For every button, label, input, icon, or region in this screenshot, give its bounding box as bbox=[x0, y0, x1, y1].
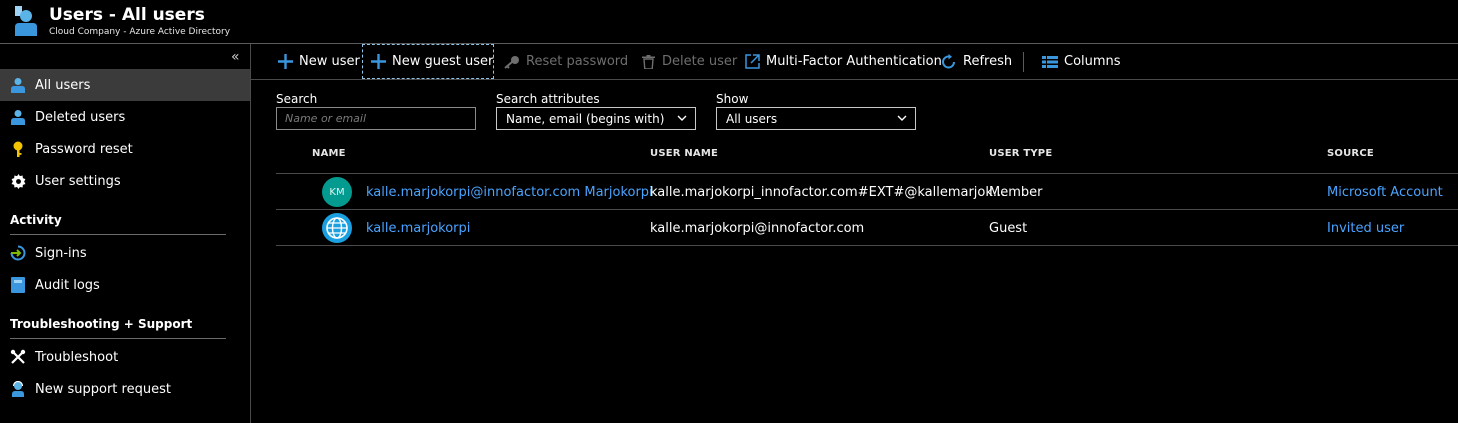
sidebar-item-user-settings[interactable]: User settings bbox=[0, 165, 250, 197]
new-user-button[interactable]: New user bbox=[268, 44, 369, 79]
sidebar: « All users Deleted users Password reset… bbox=[0, 44, 251, 423]
sidebar-item-label: New support request bbox=[35, 381, 171, 397]
refresh-icon bbox=[941, 53, 957, 70]
refresh-button[interactable]: Refresh bbox=[932, 44, 1021, 79]
sidebar-item-troubleshoot[interactable]: Troubleshoot bbox=[0, 341, 250, 373]
sidebar-item-password-reset[interactable]: Password reset bbox=[0, 133, 250, 165]
sidebar-item-label: All users bbox=[35, 77, 91, 93]
sidebar-item-label: Deleted users bbox=[35, 109, 126, 125]
collapse-sidebar-button[interactable]: « bbox=[231, 49, 240, 65]
sidebar-item-deleted-users[interactable]: Deleted users bbox=[0, 101, 250, 133]
sidebar-section-activity: Activity bbox=[10, 213, 226, 235]
trash-icon bbox=[640, 54, 656, 70]
column-header-user-type[interactable]: USER TYPE bbox=[989, 148, 1052, 159]
plus-icon bbox=[277, 54, 293, 70]
avatar: KM bbox=[322, 177, 352, 207]
sidebar-item-label: Password reset bbox=[35, 141, 133, 157]
user-name-link[interactable]: kalle.marjokorpi bbox=[366, 221, 470, 236]
sidebar-item-label: Audit logs bbox=[35, 277, 100, 293]
columns-button[interactable]: Columns bbox=[1033, 44, 1130, 79]
users-icon bbox=[15, 6, 37, 36]
column-header-name[interactable]: NAME bbox=[312, 148, 346, 159]
sidebar-item-label: User settings bbox=[35, 173, 121, 189]
column-header-user-name[interactable]: USER NAME bbox=[650, 148, 718, 159]
globe-icon bbox=[322, 213, 352, 243]
reset-password-button[interactable]: Reset password bbox=[495, 44, 637, 79]
column-header-source[interactable]: SOURCE bbox=[1327, 148, 1374, 159]
plus-icon bbox=[371, 54, 386, 70]
blade-header: Users - All users Cloud Company - Azure … bbox=[0, 0, 1458, 44]
user-name-link[interactable]: kalle.marjokorpi@innofactor.com Marjokor… bbox=[366, 185, 653, 200]
wrench-icon bbox=[10, 349, 26, 365]
audit-log-icon bbox=[10, 277, 26, 293]
new-guest-user-button[interactable]: New guest user bbox=[362, 44, 494, 79]
page-subtitle: Cloud Company - Azure Active Directory bbox=[49, 27, 231, 37]
show-label: Show bbox=[716, 92, 749, 106]
sidebar-section-troubleshooting: Troubleshooting + Support bbox=[10, 317, 226, 339]
delete-user-button[interactable]: Delete user bbox=[631, 44, 746, 79]
sidebar-item-audit-logs[interactable]: Audit logs bbox=[0, 269, 250, 301]
user-principal-name: kalle.marjokorpi@innofactor.com bbox=[650, 221, 865, 236]
table-row[interactable]: kalle.marjokorpi kalle.marjokorpi@innofa… bbox=[276, 210, 1458, 246]
mfa-button[interactable]: Multi-Factor Authentication bbox=[735, 44, 951, 79]
search-attributes-label: Search attributes bbox=[496, 92, 600, 106]
sidebar-item-all-users[interactable]: All users bbox=[0, 69, 250, 101]
chevron-down-icon bbox=[897, 115, 907, 121]
sidebar-item-new-support-request[interactable]: New support request bbox=[0, 373, 250, 405]
show-value: All users bbox=[726, 111, 778, 126]
page-title: Users - All users bbox=[49, 5, 205, 25]
support-person-icon bbox=[10, 381, 26, 397]
table-row[interactable]: KM kalle.marjokorpi@innofactor.com Marjo… bbox=[276, 174, 1458, 210]
user-type: Guest bbox=[989, 221, 1028, 236]
user-type: Member bbox=[989, 185, 1043, 200]
external-link-icon bbox=[744, 54, 760, 70]
search-attributes-value: Name, email (begins with) bbox=[506, 111, 665, 126]
command-bar: New user New guest user Reset password D… bbox=[251, 44, 1458, 80]
user-icon bbox=[10, 109, 26, 125]
search-attributes-dropdown[interactable]: Name, email (begins with) bbox=[496, 107, 696, 130]
columns-icon bbox=[1042, 54, 1058, 70]
sidebar-item-label: Troubleshoot bbox=[35, 349, 119, 365]
search-input[interactable] bbox=[276, 107, 476, 130]
source-link[interactable]: Microsoft Account bbox=[1327, 185, 1443, 200]
gear-icon bbox=[10, 173, 26, 189]
show-dropdown[interactable]: All users bbox=[716, 107, 916, 130]
key-icon bbox=[10, 141, 26, 157]
user-icon bbox=[10, 77, 26, 93]
sign-in-icon bbox=[10, 245, 26, 261]
chevron-down-icon bbox=[677, 115, 687, 121]
sidebar-item-label: Sign-ins bbox=[35, 245, 87, 261]
sidebar-item-sign-ins[interactable]: Sign-ins bbox=[0, 237, 250, 269]
search-label: Search bbox=[276, 92, 318, 106]
source-link[interactable]: Invited user bbox=[1327, 221, 1404, 236]
toolbar-separator bbox=[1023, 52, 1024, 72]
key-icon bbox=[504, 54, 520, 70]
user-principal-name: kalle.marjokorpi_innofactor.com#EXT#@kal… bbox=[650, 185, 1006, 200]
